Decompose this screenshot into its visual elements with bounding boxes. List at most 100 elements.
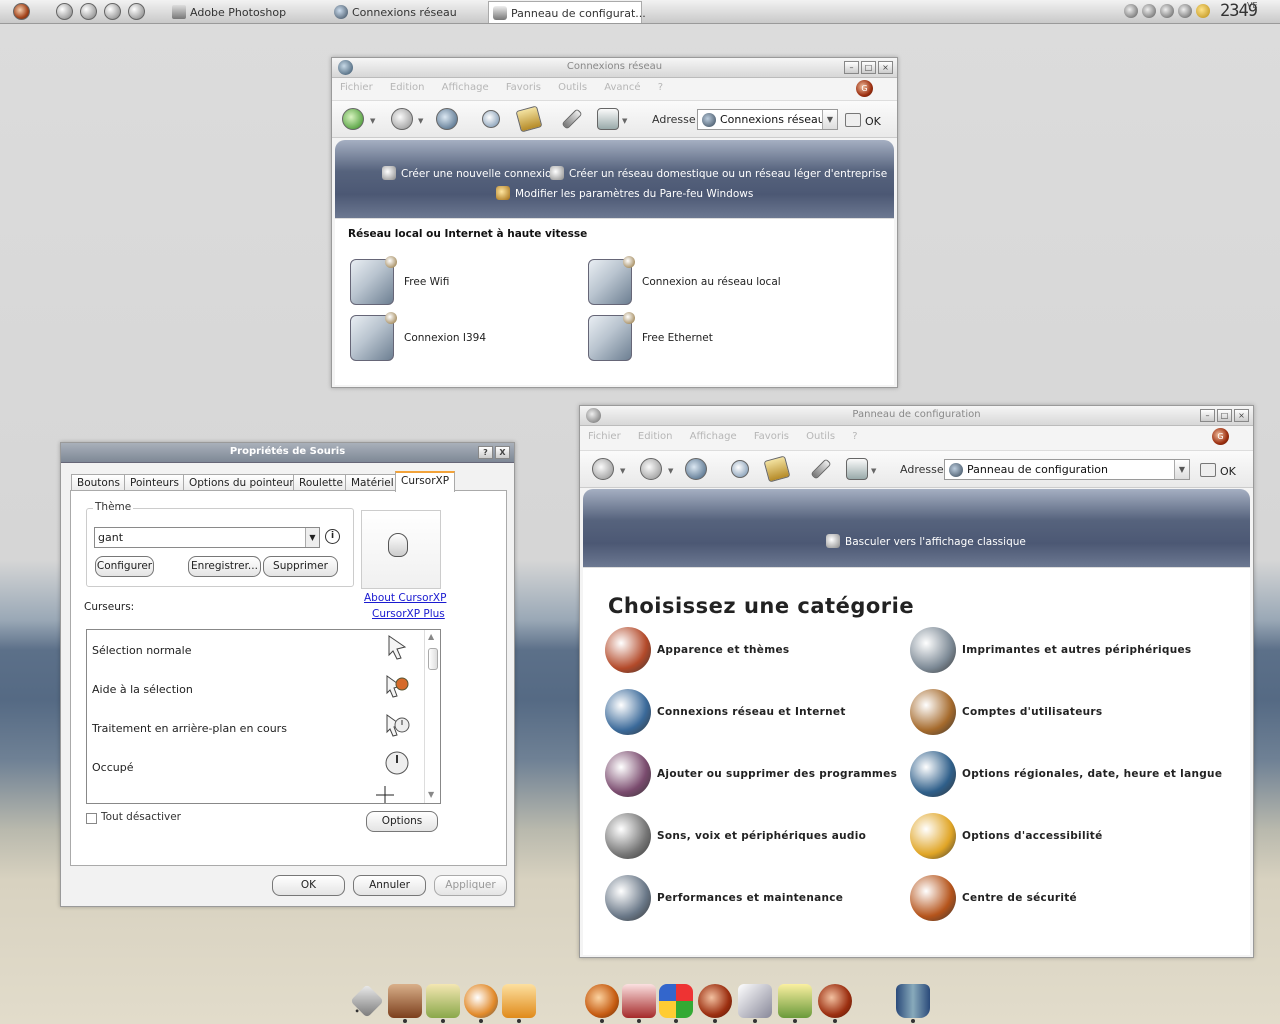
forward-button[interactable] — [640, 458, 662, 480]
views-dropdown-icon[interactable]: ▼ — [871, 467, 876, 475]
connection-1394[interactable]: Connexion I394 — [350, 312, 486, 361]
menu-advanced[interactable]: Avancé — [604, 82, 640, 93]
list-item[interactable]: Sélection normale — [92, 644, 192, 657]
connection-free-ethernet[interactable]: Free Ethernet — [588, 312, 713, 361]
list-item[interactable]: Traitement en arrière-plan en cours — [92, 722, 287, 735]
scroll-up-icon[interactable]: ▲ — [428, 632, 434, 641]
tray-arrow-icon[interactable] — [1124, 4, 1138, 18]
maximize-button[interactable]: □ — [1217, 409, 1232, 422]
address-dropdown-icon[interactable]: ▼ — [822, 110, 837, 129]
title-bar[interactable]: Propriétés de Souris ? X — [61, 443, 514, 463]
up-button[interactable] — [436, 108, 458, 130]
tools-button[interactable] — [561, 108, 583, 130]
menu-favorites[interactable]: Favoris — [754, 431, 789, 442]
options-button[interactable]: Options — [366, 811, 438, 832]
folders-button[interactable] — [763, 455, 791, 483]
connection-local-network[interactable]: Connexion au réseau local — [588, 256, 781, 305]
close-button[interactable]: X — [495, 446, 510, 459]
connection-free-wifi[interactable]: Free Wifi — [350, 256, 449, 305]
firefox-icon[interactable] — [585, 984, 619, 1023]
tray-tools-icon[interactable] — [1160, 4, 1174, 18]
scroll-down-icon[interactable]: ▼ — [428, 790, 434, 799]
category-network[interactable]: Connexions réseau et Internet — [605, 689, 846, 735]
theme-select[interactable]: gant ▼ — [94, 527, 320, 548]
back-button[interactable] — [342, 108, 364, 130]
blender-icon[interactable] — [464, 984, 498, 1023]
list-scrollbar[interactable]: ▲ ▼ — [424, 630, 440, 803]
firewall-link[interactable]: Modifier les paramètres du Pare-feu Wind… — [496, 186, 753, 200]
menu-help[interactable]: ? — [852, 431, 857, 442]
tray-volume-icon[interactable] — [1178, 4, 1192, 18]
tab-cursorxp[interactable]: CursorXP — [395, 471, 456, 492]
tray-network-icon[interactable] — [1142, 4, 1156, 18]
home-icon[interactable] — [388, 984, 422, 1023]
scroll-thumb[interactable] — [428, 648, 438, 670]
keys-icon[interactable] — [738, 984, 772, 1023]
minimize-button[interactable]: – — [1200, 409, 1215, 422]
chevron-down-icon[interactable]: ▼ — [305, 528, 319, 547]
menu-favorites[interactable]: Favoris — [506, 82, 541, 93]
task-photoshop[interactable]: Adobe Photoshop — [168, 1, 318, 23]
forward-button[interactable] — [391, 108, 413, 130]
stop-icon[interactable] — [80, 3, 97, 20]
mail-icon[interactable] — [622, 984, 656, 1023]
tab-pointer-options[interactable]: Options du pointeur — [183, 474, 300, 491]
maximize-button[interactable]: □ — [861, 61, 876, 74]
search-button[interactable] — [482, 110, 500, 128]
folders-button[interactable] — [515, 105, 543, 133]
tray-smiley-icon[interactable] — [1196, 4, 1210, 18]
apply-button[interactable]: Appliquer — [434, 875, 507, 896]
ok-button[interactable]: OK — [272, 875, 345, 896]
tab-hardware[interactable]: Matériel — [345, 474, 400, 491]
menu-file[interactable]: Fichier — [588, 431, 621, 442]
tab-wheel[interactable]: Roulette — [293, 474, 349, 491]
go-button[interactable]: OK — [845, 113, 881, 128]
menu-help[interactable]: ? — [658, 82, 663, 93]
media-icon[interactable] — [502, 984, 536, 1023]
task-control-panel[interactable]: Panneau de configurat... — [488, 1, 646, 23]
home-network-link[interactable]: Créer un réseau domestique ou un réseau … — [550, 166, 887, 180]
back-dropdown-icon[interactable]: ▼ — [370, 117, 375, 125]
delete-button[interactable]: Supprimer — [263, 556, 338, 577]
forward-dropdown-icon[interactable]: ▼ — [418, 117, 423, 125]
cancel-button[interactable]: Annuler — [353, 875, 426, 896]
address-dropdown-icon[interactable]: ▼ — [1174, 460, 1189, 479]
save-button[interactable]: Enregistrer... — [188, 556, 261, 577]
g-logo-icon[interactable] — [818, 984, 852, 1023]
disable-all-checkbox[interactable] — [86, 813, 97, 824]
picture-icon[interactable] — [778, 984, 812, 1023]
configure-button[interactable]: Configurer — [95, 556, 154, 577]
about-cursorxp-link[interactable]: About CursorXP — [364, 592, 446, 604]
g-logo-icon[interactable] — [698, 984, 732, 1023]
task-network-connections[interactable]: Connexions réseau — [330, 1, 480, 23]
next-icon[interactable] — [128, 3, 145, 20]
category-appearance[interactable]: Apparence et thèmes — [605, 627, 789, 673]
category-printer[interactable]: Imprimantes et autres périphériques — [910, 627, 1191, 673]
start-button[interactable] — [13, 3, 30, 20]
go-button[interactable]: OK — [1200, 463, 1236, 478]
tab-buttons[interactable]: Boutons — [71, 474, 126, 491]
category-users[interactable]: Comptes d'utilisateurs — [910, 689, 1102, 735]
cursorxp-plus-link[interactable]: CursorXP Plus — [372, 608, 445, 620]
help-button[interactable]: ? — [478, 446, 493, 459]
back-button[interactable] — [592, 458, 614, 480]
category-globe[interactable]: Options régionales, date, heure et langu… — [910, 751, 1222, 797]
close-button[interactable]: × — [1234, 409, 1249, 422]
pencil-icon[interactable] — [426, 984, 460, 1023]
menu-view[interactable]: Affichage — [690, 431, 737, 442]
address-bar[interactable]: Connexions réseau ▼ — [697, 109, 838, 130]
list-item[interactable]: Occupé — [92, 761, 133, 774]
switch-classic-view-link[interactable]: Basculer vers l'affichage classique — [826, 534, 1026, 548]
back-dropdown-icon[interactable]: ▼ — [620, 467, 625, 475]
pause-icon[interactable] — [56, 3, 73, 20]
category-accessibility[interactable]: Options d'accessibilité — [910, 813, 1103, 859]
category-speaker[interactable]: Sons, voix et périphériques audio — [605, 813, 866, 859]
category-maintenance[interactable]: Performances et maintenance — [605, 875, 843, 921]
forward-dropdown-icon[interactable]: ▼ — [668, 467, 673, 475]
address-bar[interactable]: Panneau de configuration ▼ — [944, 459, 1190, 480]
create-connection-link[interactable]: Créer une nouvelle connexion — [382, 166, 558, 180]
title-bar[interactable]: Panneau de configuration – □ × — [580, 406, 1253, 426]
tab-pointers[interactable]: Pointeurs — [124, 474, 185, 491]
up-button[interactable] — [685, 458, 707, 480]
menu-edit[interactable]: Edition — [638, 431, 673, 442]
